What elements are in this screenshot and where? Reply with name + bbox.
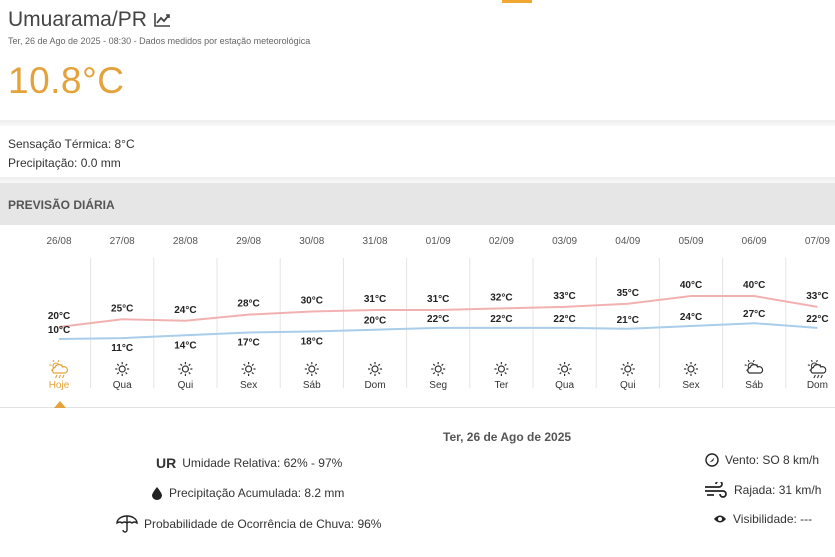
compass-icon [705,453,719,467]
forecast-day-column[interactable] [407,255,470,395]
forecast-date: 29/08 [236,236,261,247]
forecast-date: 04/09 [615,236,640,247]
forecast-date: 06/09 [742,236,767,247]
forecast-day-column[interactable] [217,255,280,395]
daily-forecast-title: PREVISÃO DIÁRIA [8,198,115,212]
forecast-date: 01/09 [426,236,451,247]
chart-divider [0,407,835,408]
wind-row: Vento: SO 8 km/h [705,453,819,467]
rain-probability-text: Probabilidade de Ocorrência de Chuva: 96… [144,517,382,531]
current-conditions-header: Umuarama/PR Ter, 26 de Ago de 2025 - 08:… [8,8,835,102]
wind-gust-icon [705,482,727,498]
current-details: Sensação Térmica: 8°C Precipitação: 0.0 … [8,135,135,173]
forecast-date: 30/08 [299,236,324,247]
forecast-date: 28/08 [173,236,198,247]
visibility-text: Visibilidade: --- [733,512,813,526]
forecast-day-column[interactable] [27,255,90,395]
observation-subtitle: Ter, 26 de Ago de 2025 - 08:30 - Dados m… [8,36,311,46]
forecast-day-column[interactable] [786,255,835,395]
forecast-day-column[interactable] [280,255,343,395]
forecast-date: 05/09 [678,236,703,247]
eye-icon [714,515,726,523]
gust-row: Rajada: 31 km/h [704,482,821,498]
forecast-day-column[interactable] [154,255,217,395]
forecast-svg: 26/0820°C10°CHoje27/0825°C11°CQua28/0824… [27,236,835,395]
selected-day-title: Ter, 26 de Ago de 2025 [443,430,572,444]
forecast-date: 26/08 [46,236,71,247]
forecast-day-column[interactable] [343,255,406,395]
droplet-icon [152,487,162,500]
forecast-date: 07/09 [805,236,830,247]
precipitation-text: Precipitação: 0.0 mm [8,156,121,170]
trend-chart-icon[interactable] [153,12,171,28]
rain-probability-row: Probabilidade de Ocorrência de Chuva: 96… [116,515,381,533]
accumulated-precip-row: Precipitação Acumulada: 8.2 mm [151,486,344,500]
city-title: Umuarama/PR [8,8,835,32]
forecast-day-column[interactable] [91,255,154,395]
humidity-row: UR Umidade Relativa: 62% - 97% [156,455,342,471]
top-accent-bar [502,0,532,3]
gust-text: Rajada: 31 km/h [734,483,822,497]
umbrella-icon [116,515,138,533]
forecast-date: 27/08 [110,236,135,247]
selected-day-pointer [54,401,66,408]
visibility-row: Visibilidade: --- [713,512,812,526]
forecast-day-column[interactable] [659,255,722,395]
humidity-text: Umidade Relativa: 62% - 97% [182,456,343,470]
wind-text: Vento: SO 8 km/h [725,453,820,467]
daily-forecast-header: PREVISÃO DIÁRIA [0,183,835,225]
ur-badge: UR [156,455,177,471]
forecast-day-column[interactable] [470,255,533,395]
section-separator [0,120,835,126]
city-name: Umuarama/PR [8,8,147,31]
forecast-day-column[interactable] [596,255,659,395]
accumulated-precip-text: Precipitação Acumulada: 8.2 mm [169,486,345,500]
current-temperature: 10.8°C [8,60,125,101]
feels-like-text: Sensação Térmica: 8°C [8,137,135,151]
forecast-date: 02/09 [489,236,514,247]
daily-forecast-chart: 26/0820°C10°CHoje27/0825°C11°CQua28/0824… [0,225,835,410]
forecast-day-column[interactable] [723,255,786,395]
forecast-day-column[interactable] [533,255,596,395]
forecast-date: 31/08 [362,236,387,247]
forecast-date: 03/09 [552,236,577,247]
